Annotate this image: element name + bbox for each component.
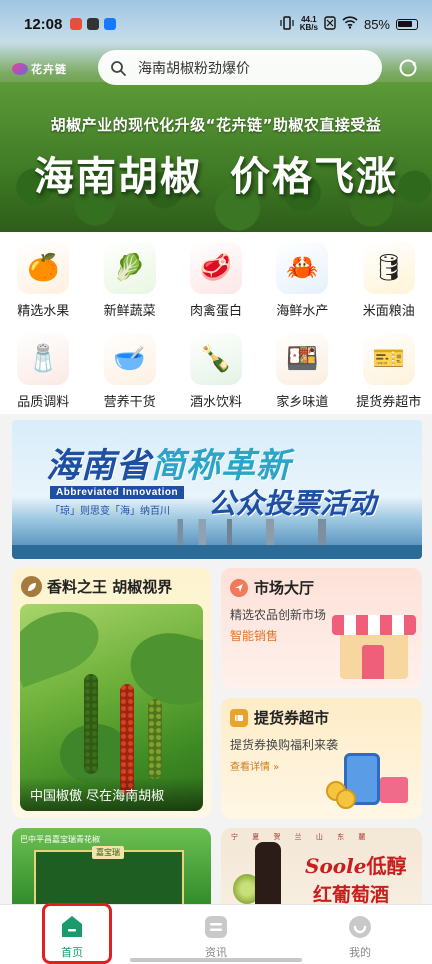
wifi-icon	[342, 16, 358, 32]
category-label: 家乡味道	[276, 395, 329, 410]
category-item[interactable]: 🥩 肉禽蛋白	[173, 232, 259, 323]
seasoning-pack-icon: 🧂	[17, 333, 70, 385]
grapefruit-icon: 🍊	[17, 242, 70, 294]
category-label: 肉禽蛋白	[189, 304, 242, 319]
search-placeholder: 海南胡椒粉劲爆价	[138, 60, 250, 77]
gesture-bar	[130, 958, 302, 962]
category-label: 品质调料	[17, 395, 70, 410]
coupon-icon	[230, 708, 248, 727]
wine-product-card[interactable]: 宁 夏 贺 兰 山 东 麓 Soole低醇 红葡萄酒	[221, 828, 422, 908]
brand-logo: 花卉链	[12, 61, 67, 77]
pepper-feature-card[interactable]: 香料之王 胡椒视界 中国椒傲 尽在海南胡椒	[12, 568, 211, 818]
promo-subtitle: 公众投票活动	[208, 487, 377, 520]
category-item[interactable]: 🦀 海鲜水产	[259, 232, 345, 323]
pepper-caption: 中国椒傲 尽在海南胡椒	[20, 777, 203, 811]
alipay-notification-icon	[104, 18, 117, 30]
category-item[interactable]: 🍾 酒水饮料	[173, 323, 259, 414]
promo-english: Abbreviated Innovation	[50, 486, 185, 499]
profile-icon	[349, 916, 371, 938]
brand-name: 花卉链	[31, 63, 67, 76]
sichuan-pepper-product-card[interactable]: 巴中平昌嘉宝瑞青花椒 嘉宝瑞	[12, 828, 211, 908]
product-subtitle: 巴中平昌嘉宝瑞青花椒	[20, 835, 100, 844]
snack-bag-icon: 🍱	[276, 333, 329, 385]
category-item[interactable]: 🛢 米面粮油	[346, 232, 432, 323]
category-label: 精选水果	[17, 304, 70, 319]
status-time: 12:08	[24, 15, 63, 33]
category-label: 提货券超市	[356, 395, 422, 410]
category-label: 酒水饮料	[189, 395, 242, 410]
sea-strip	[12, 545, 422, 559]
category-item[interactable]: 🥬 新鲜蔬菜	[86, 232, 172, 323]
phone-coins-gift-icon	[326, 753, 412, 809]
product-brand-label: 嘉宝瑞	[92, 846, 124, 859]
top-bar: 花卉链 海南胡椒粉劲爆价	[0, 50, 432, 86]
category-item[interactable]: 🥣 营养干货	[86, 323, 172, 414]
beer-bottles-icon: 🍾	[189, 333, 242, 385]
battery-icon	[396, 18, 418, 30]
dried-goods-icon: 🥣	[103, 333, 156, 385]
coupon-card-desc: 提货券换购福利来袭	[230, 738, 339, 752]
network-speed: 44.1 KB/s	[299, 15, 318, 32]
notification-app-icon	[87, 18, 100, 30]
category-label: 营养干货	[103, 395, 156, 410]
flower-logo-icon	[12, 63, 28, 75]
send-arrow-icon	[230, 578, 248, 597]
promo-title: 海南省简称革新	[46, 446, 291, 486]
storefront-icon	[332, 615, 416, 683]
promo-banner[interactable]: 海南省简称革新 Abbreviated Innovation 「琼」则思变「海」…	[12, 420, 422, 559]
meat-icon: 🥩	[189, 242, 242, 294]
category-label: 海鲜水产	[276, 304, 329, 319]
status-bar: 12:08 44.1 KB/s 85%	[0, 0, 432, 48]
pepper-card-title: 香料之王 胡椒视界	[47, 578, 173, 596]
category-label: 新鲜蔬菜	[103, 304, 156, 319]
category-item[interactable]: 🍱 家乡味道	[259, 323, 345, 414]
crab-icon: 🦀	[276, 242, 329, 294]
refresh-icon[interactable]	[398, 58, 418, 78]
vegetables-icon: 🥬	[103, 242, 156, 294]
nav-profile-label: 我的	[349, 946, 371, 959]
nav-news[interactable]: 资讯	[144, 905, 288, 964]
wine-origin-text: 宁 夏 贺 兰 山 东 麓	[231, 833, 372, 841]
category-item[interactable]: 🧂 品质调料	[0, 323, 86, 414]
hero-headline: 海南胡椒 价格飞涨	[34, 154, 398, 200]
category-item[interactable]: 🍊 精选水果	[0, 232, 86, 323]
category-label: 米面粮油	[362, 304, 415, 319]
hero-subtitle: 胡椒产业的现代化升级“花卉链”助椒农直接受益	[50, 116, 382, 134]
coupon-market-card[interactable]: 提货券超市 提货券换购福利来袭 查看详情 »	[221, 698, 422, 819]
oil-bottle-icon: 🛢	[362, 242, 415, 294]
search-icon	[111, 60, 126, 76]
market-card-title: 市场大厅	[254, 579, 315, 597]
home-tab-highlight	[42, 903, 112, 964]
wine-brand: Soole低醇	[305, 854, 407, 878]
coupon-card-title: 提货券超市	[254, 709, 330, 727]
category-item[interactable]: 🎫 提货券超市	[346, 323, 432, 414]
search-bar[interactable]: 海南胡椒粉劲爆价	[98, 50, 382, 85]
news-icon	[205, 916, 227, 938]
promo-slogan: 「琼」则思变「海」纳百川	[50, 506, 170, 517]
wine-type: 红葡萄酒	[313, 884, 390, 906]
nav-profile[interactable]: 我的	[288, 905, 432, 964]
hero-banner[interactable]: 12:08 44.1 KB/s 85% 花卉链 海南胡椒粉劲爆价 胡椒产业的现代…	[0, 0, 432, 232]
sim-off-icon	[324, 15, 336, 33]
market-hall-card[interactable]: 市场大厅 精选农品创新市场 智能销售	[221, 568, 422, 689]
category-grid: 🍊 精选水果 🥬 新鲜蔬菜 🥩 肉禽蛋白 🦀 海鲜水产 🛢 米面粮油 🧂 品质调料 🥣 营养干货 🍾 酒水饮料…	[0, 232, 432, 414]
coupon-card-icon: 🎫	[362, 333, 415, 385]
pepper-plant-image: 中国椒傲 尽在海南胡椒	[20, 604, 203, 811]
wine-bottle-image	[255, 842, 281, 908]
vibrate-icon	[280, 15, 294, 33]
leaf-icon	[21, 576, 42, 597]
battery-percent: 85%	[363, 16, 390, 32]
notification-app-icon	[70, 18, 83, 30]
